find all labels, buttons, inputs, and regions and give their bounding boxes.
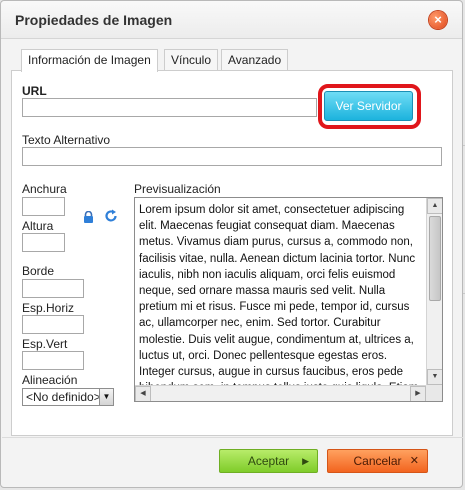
scroll-up-icon[interactable]: ▲ bbox=[427, 198, 442, 214]
ok-button[interactable]: Aceptar ▶ bbox=[219, 449, 318, 473]
alignment-label: Alineación bbox=[22, 373, 78, 387]
hspace-label: Esp.Horiz bbox=[22, 301, 75, 315]
url-input[interactable] bbox=[22, 98, 317, 117]
vspace-input[interactable] bbox=[22, 351, 84, 370]
chevron-down-icon[interactable]: ▼ bbox=[99, 389, 113, 405]
border-input[interactable] bbox=[22, 279, 84, 298]
tab-link[interactable]: Vínculo bbox=[164, 49, 219, 71]
tab-advanced[interactable]: Avanzado bbox=[221, 49, 289, 71]
height-input[interactable] bbox=[22, 233, 65, 252]
vertical-scroll-thumb[interactable] bbox=[429, 216, 441, 301]
preview-text: Lorem ipsum dolor sit amet, consectetuer… bbox=[139, 204, 418, 386]
footer-divider bbox=[2, 437, 463, 438]
lock-icon[interactable] bbox=[83, 211, 94, 223]
hspace-input[interactable] bbox=[22, 315, 84, 334]
height-label: Altura bbox=[22, 219, 54, 233]
alignment-select[interactable]: <No definido> ▼ bbox=[22, 388, 114, 406]
ok-button-label: Aceptar bbox=[247, 454, 290, 468]
preview-box: Lorem ipsum dolor sit amet, consectetuer… bbox=[134, 197, 443, 402]
image-properties-dialog: Propiedades de Imagen × Información de I… bbox=[0, 0, 463, 488]
cancel-button[interactable]: Cancelar ✕ bbox=[327, 449, 428, 473]
preview-horizontal-scrollbar[interactable]: ◀ ▶ bbox=[135, 385, 426, 401]
scroll-left-icon[interactable]: ◀ bbox=[135, 386, 151, 401]
url-label: URL bbox=[22, 84, 47, 98]
tab-image-info[interactable]: Información de Imagen bbox=[21, 49, 158, 72]
alt-text-label: Texto Alternativo bbox=[22, 133, 111, 147]
width-input[interactable] bbox=[22, 197, 65, 216]
border-label: Borde bbox=[22, 264, 55, 278]
cancel-button-label: Cancelar bbox=[353, 454, 402, 468]
close-icon: ✕ bbox=[409, 455, 419, 467]
scroll-down-icon[interactable]: ▼ bbox=[427, 369, 442, 385]
vspace-label: Esp.Vert bbox=[22, 337, 68, 351]
scrollbar-corner bbox=[426, 385, 442, 401]
dialog-title: Propiedades de Imagen bbox=[15, 12, 173, 28]
close-icon[interactable]: × bbox=[429, 11, 447, 29]
alignment-selected-value: <No definido> bbox=[26, 390, 101, 404]
width-label: Anchura bbox=[22, 182, 67, 196]
scroll-right-icon[interactable]: ▶ bbox=[410, 386, 426, 401]
preview-vertical-scrollbar[interactable]: ▲ ▼ bbox=[426, 198, 442, 385]
dialog-titlebar[interactable]: Propiedades de Imagen × bbox=[1, 1, 462, 39]
preview-label: Previsualización bbox=[134, 182, 221, 196]
reset-size-icon[interactable] bbox=[104, 209, 118, 223]
browse-server-button[interactable]: Ver Servidor bbox=[324, 91, 413, 121]
alt-text-input[interactable] bbox=[22, 147, 442, 166]
arrow-right-icon: ▶ bbox=[302, 456, 309, 466]
